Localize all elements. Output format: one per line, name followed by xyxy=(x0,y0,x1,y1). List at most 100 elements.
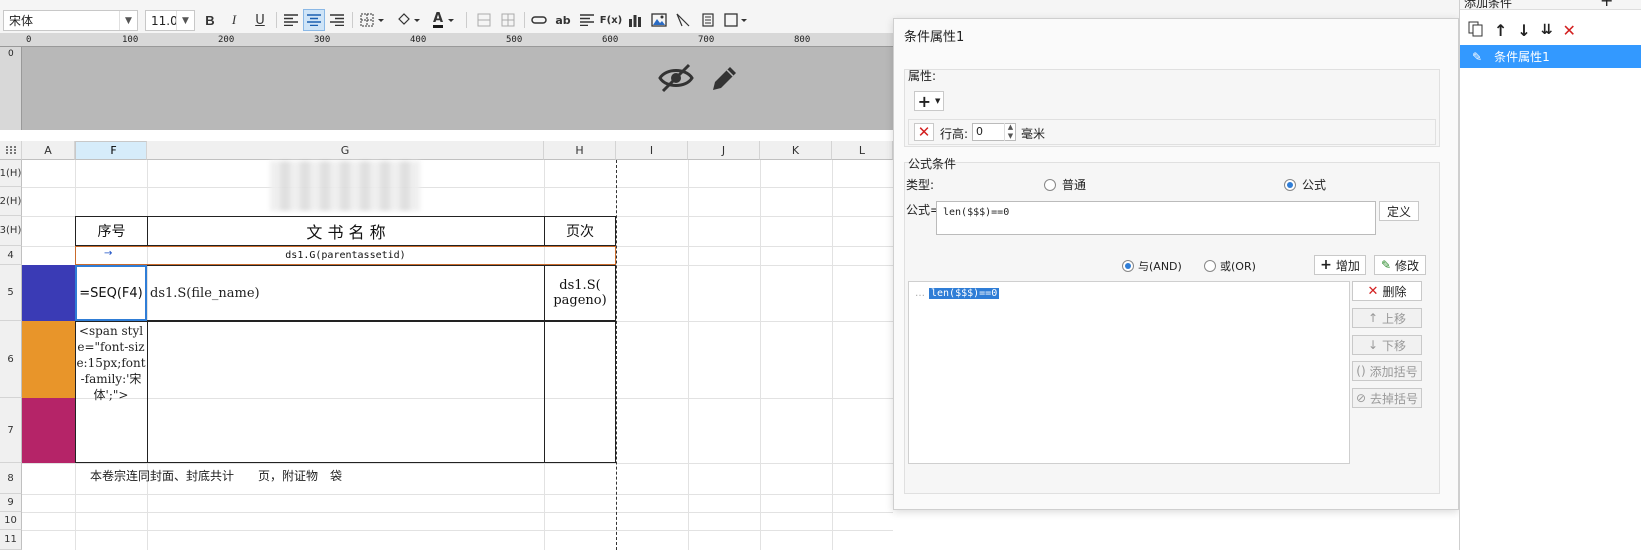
row-header[interactable]: 11 xyxy=(0,530,22,550)
add-property-button[interactable]: + ▼ xyxy=(914,91,944,111)
condition-item-selected[interactable]: ✎ 条件属性1 xyxy=(1460,45,1641,68)
row-header[interactable]: 1(H) xyxy=(0,160,22,187)
slash-cell-icon[interactable] xyxy=(672,9,694,31)
grid-line xyxy=(760,160,761,550)
row-header[interactable]: 5 xyxy=(0,265,22,321)
row-height-label: 行高: xyxy=(940,127,969,141)
image-icon[interactable] xyxy=(648,9,670,31)
grid-line xyxy=(22,463,893,464)
column-header-k[interactable]: K xyxy=(760,141,832,160)
arrow-down-icon[interactable]: ↓ xyxy=(1517,21,1530,40)
text-color-button[interactable]: A xyxy=(430,9,460,31)
border-icon[interactable] xyxy=(358,9,388,31)
close-icon[interactable]: ✕ xyxy=(1563,21,1576,40)
row-header[interactable]: 10 xyxy=(0,512,22,530)
column-header-a[interactable]: A xyxy=(22,141,75,160)
pageno-formula-cell[interactable]: ds1.S( pageno) xyxy=(544,265,616,321)
chevron-down-icon[interactable]: ▼ xyxy=(119,11,137,30)
grid-line xyxy=(22,494,893,495)
formula-button[interactable]: F(x) xyxy=(600,9,622,31)
pencil-icon: ✎ xyxy=(1472,49,1483,64)
align-left-icon[interactable] xyxy=(280,9,302,31)
text-wrap-icon[interactable] xyxy=(576,9,598,31)
column-header-j[interactable]: J xyxy=(688,141,760,160)
formula-input[interactable]: len($$$)==0 xyxy=(936,201,1376,235)
column-header-h[interactable]: H xyxy=(544,141,616,160)
column-header-i[interactable]: I xyxy=(616,141,688,160)
footer-text[interactable]: 本卷宗连同封面、封底共计 页，附证物 袋 xyxy=(90,467,342,484)
row-header[interactable]: 2(H) xyxy=(0,187,22,216)
move-up-button[interactable]: ↑ 上移 xyxy=(1352,308,1422,328)
define-button[interactable]: 定义 xyxy=(1379,201,1419,221)
merge-cells-icon[interactable] xyxy=(473,9,495,31)
row-header[interactable]: 4 xyxy=(0,246,22,265)
header-title-cell[interactable]: 文 书 名 称 xyxy=(147,216,545,246)
file-name-formula-cell[interactable]: ds1.S(file_name) xyxy=(147,265,544,321)
select-all-corner[interactable] xyxy=(0,141,22,160)
radio-icon xyxy=(1284,178,1296,191)
bold-button[interactable]: B xyxy=(199,9,221,31)
pencil-icon[interactable] xyxy=(709,64,739,97)
cell-frame-icon[interactable] xyxy=(722,9,752,31)
parent-formula-cell[interactable]: ds1.G(parentassetid) xyxy=(75,246,616,265)
type-normal-radio[interactable]: 普通 xyxy=(1044,176,1086,193)
column-header-f[interactable]: F xyxy=(75,141,147,160)
panel-title: 添加条件 xyxy=(1464,0,1513,10)
condition-list[interactable]: … len($$$)==0 xyxy=(908,281,1350,464)
header-seq-cell[interactable]: 序号 xyxy=(75,216,148,246)
row-header[interactable]: 7 xyxy=(0,398,22,463)
move-down-button[interactable]: ↓ 下移 xyxy=(1352,335,1422,355)
font-size-select[interactable]: 11.0 ▼ xyxy=(145,10,195,31)
plus-icon[interactable]: + xyxy=(1600,0,1613,9)
type-formula-radio[interactable]: 公式 xyxy=(1284,176,1326,193)
column-header-g[interactable]: G xyxy=(147,141,544,160)
delete-property-icon[interactable]: ✕ xyxy=(914,123,934,141)
underline-button[interactable]: U xyxy=(249,9,271,31)
row-header[interactable]: 3(H) xyxy=(0,216,22,246)
move-bottom-icon[interactable]: ⇊ xyxy=(1541,22,1553,38)
replace-text-button[interactable]: ab xyxy=(552,9,574,31)
row-header[interactable]: 6 xyxy=(0,321,22,398)
close-icon: ✕ xyxy=(1367,283,1379,299)
row7-color-cell[interactable] xyxy=(22,398,75,463)
chevron-down-icon[interactable]: ▼ xyxy=(176,11,194,30)
fill-color-icon[interactable] xyxy=(394,9,424,31)
dialog-title: 条件属性1 xyxy=(904,30,965,45)
and-radio[interactable]: 与(AND) xyxy=(1122,258,1182,274)
arrow-up-icon[interactable]: ↑ xyxy=(1494,21,1507,40)
modify-condition-button[interactable]: ✎ 修改 xyxy=(1374,255,1426,275)
split-cells-icon[interactable] xyxy=(497,9,519,31)
italic-button[interactable]: I xyxy=(223,9,245,31)
grid-line xyxy=(688,160,689,550)
font-family-select[interactable]: 宋体 ▼ xyxy=(3,10,138,31)
table-divider xyxy=(544,321,545,463)
span-html-cell[interactable]: <span style="font-size:15px;font-family:… xyxy=(76,323,146,461)
add-condition-button[interactable]: + 增加 xyxy=(1314,255,1366,275)
horizontal-ruler: 0 100 200 300 400 500 600 700 800 xyxy=(0,33,893,47)
row-header[interactable]: 8 xyxy=(0,463,22,494)
spinner-icon[interactable]: ▲ ▼ xyxy=(1004,123,1016,141)
seq-formula-cell[interactable]: =SEQ(F4) xyxy=(75,265,147,321)
align-center-icon[interactable] xyxy=(303,9,325,31)
copy-icon[interactable] xyxy=(1468,21,1484,40)
column-header-l[interactable]: L xyxy=(832,141,893,160)
grid-line xyxy=(832,160,833,550)
chart-icon[interactable] xyxy=(624,9,646,31)
or-radio[interactable]: 或(OR) xyxy=(1204,258,1256,274)
plus-icon: + xyxy=(1320,257,1332,273)
row5-color-cell[interactable] xyxy=(22,265,75,321)
delete-condition-button[interactable]: ✕ 删除 xyxy=(1352,281,1422,301)
link-icon[interactable] xyxy=(528,9,550,31)
radio-icon xyxy=(1122,260,1134,272)
subreport-icon[interactable] xyxy=(697,9,719,31)
row-header[interactable]: 9 xyxy=(0,494,22,512)
align-right-icon[interactable] xyxy=(326,9,348,31)
header-page-cell[interactable]: 页次 xyxy=(544,216,616,246)
add-parenthesis-button[interactable]: () 添加括号 xyxy=(1352,361,1422,381)
list-item[interactable]: … len($$$)==0 xyxy=(915,288,1000,299)
ruler-tick: 300 xyxy=(314,35,331,45)
remove-parenthesis-icon: ⊘ xyxy=(1355,391,1367,405)
remove-parenthesis-button[interactable]: ⊘ 去掉括号 xyxy=(1352,388,1422,408)
row6-color-cell[interactable] xyxy=(22,321,75,398)
eye-off-icon[interactable] xyxy=(658,63,694,96)
